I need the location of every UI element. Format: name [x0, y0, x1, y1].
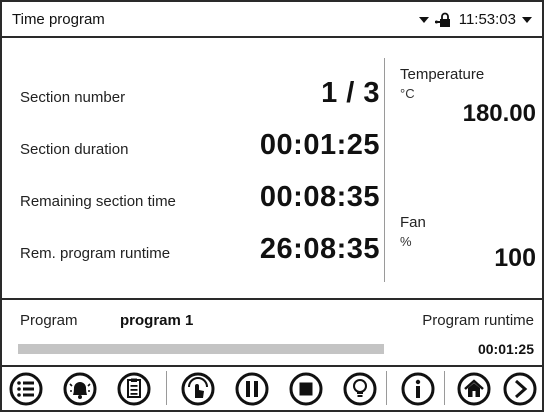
- status-area: 11:53:03: [418, 11, 532, 28]
- toolbar-separator: [444, 371, 445, 405]
- pause-icon[interactable]: [234, 371, 270, 407]
- title-bar: Time program 11:53:03: [2, 2, 542, 38]
- fan-unit: %: [400, 234, 412, 249]
- section-number-row: Section number 1 / 3: [20, 70, 380, 110]
- program-runtime-label: Program runtime: [422, 312, 534, 329]
- temperature-value[interactable]: 180.00: [463, 100, 536, 128]
- clipboard-icon[interactable]: [116, 371, 152, 407]
- remaining-section-time-value: 00:08:35: [259, 181, 380, 213]
- temperature-label: Temperature: [400, 66, 485, 83]
- column-divider: [384, 58, 385, 282]
- stop-icon[interactable]: [288, 371, 324, 407]
- toolbar-separator: [386, 371, 387, 405]
- menu-arrow-icon[interactable]: [522, 16, 532, 23]
- rem-program-runtime-label: Rem. program runtime: [20, 245, 171, 262]
- remaining-section-time-row: Remaining section time 00:08:35: [20, 174, 380, 214]
- info-icon[interactable]: [400, 371, 436, 407]
- section-duration-value: 00:01:25: [259, 129, 380, 161]
- section-duration-label: Section duration: [20, 141, 129, 158]
- program-name: program 1: [120, 312, 194, 329]
- fan-label: Fan: [400, 214, 426, 231]
- function-toolbar: [2, 367, 542, 410]
- program-runtime-value: 00:01:25: [477, 341, 534, 357]
- program-label: Program: [20, 312, 78, 329]
- clock: 11:53:03: [458, 11, 516, 28]
- temperature-unit: °C: [400, 86, 415, 101]
- rem-program-runtime-value: 26:08:35: [259, 233, 380, 265]
- program-progress-bar: [18, 344, 384, 354]
- section-number-value: 1 / 3: [321, 77, 380, 109]
- section-number-label: Section number: [20, 89, 126, 106]
- info-divider: [2, 298, 542, 300]
- alarm-bell-icon[interactable]: [62, 371, 98, 407]
- light-bulb-icon[interactable]: [342, 371, 378, 407]
- lock-network-icon: [434, 12, 450, 27]
- next-icon[interactable]: [502, 371, 538, 407]
- home-icon[interactable]: [456, 371, 492, 407]
- screen-title: Time program: [12, 11, 105, 28]
- dropdown-arrow-icon[interactable]: [418, 16, 429, 23]
- fan-value[interactable]: 100: [494, 244, 536, 273]
- toolbar-separator: [166, 371, 167, 405]
- manual-mode-icon[interactable]: [180, 371, 216, 407]
- list-icon[interactable]: [8, 371, 44, 407]
- remaining-section-time-label: Remaining section time: [20, 193, 176, 210]
- section-duration-row: Section duration 00:01:25: [20, 122, 380, 162]
- rem-program-runtime-row: Rem. program runtime 26:08:35: [20, 226, 380, 266]
